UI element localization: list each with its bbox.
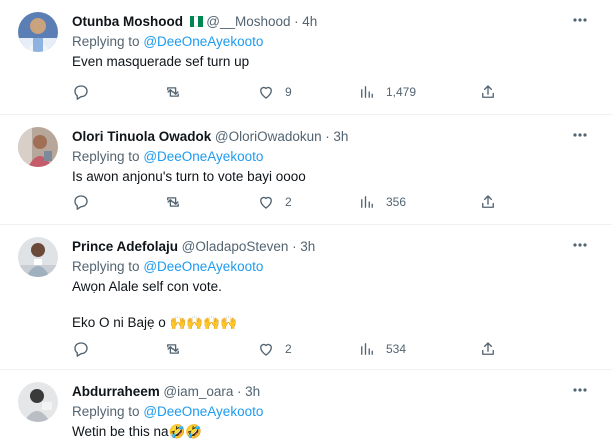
separator: · — [325, 129, 330, 144]
views-count: 534 — [386, 342, 407, 356]
action-bar: 2 356 — [72, 192, 512, 212]
separator: · — [292, 239, 297, 254]
tweet-text: Wetin be this na🤣🤣 — [72, 424, 203, 439]
replying-prefix: Replying to — [72, 259, 140, 274]
separator: · — [294, 14, 299, 29]
more-icon[interactable] — [570, 237, 590, 253]
tweet-text-line-2: Eko O ni Bajẹ o 🙌🙌🙌🙌 — [72, 315, 237, 330]
like-button[interactable]: 2 — [257, 192, 292, 212]
retweet-button[interactable] — [164, 192, 192, 212]
timestamp[interactable]: 4h — [302, 14, 317, 29]
replying-to: Replying to @DeeOneAyekooto — [72, 402, 572, 422]
tweet-text: Awọn Alale self con vote. — [72, 279, 222, 294]
views-count: 356 — [386, 195, 407, 209]
reply-icon — [74, 342, 88, 357]
retweet-icon — [167, 344, 179, 354]
reply-button[interactable] — [72, 339, 100, 359]
like-button[interactable]: 2 — [257, 339, 292, 359]
tweet-header: Otunba Moshood @__Moshood · 4h — [72, 12, 572, 32]
share-button[interactable] — [479, 192, 507, 212]
mention-link[interactable]: @DeeOneAyekooto — [143, 34, 263, 49]
user-handle[interactable]: @iam_oara — [163, 384, 233, 399]
action-bar: 9 1,479 — [72, 82, 512, 102]
tweet-text: Even masquerade sef turn up — [72, 54, 250, 69]
views-icon — [361, 196, 373, 208]
share-icon — [482, 195, 494, 208]
tweet-text: Is awon anjonu's turn to vote bayi oooo — [72, 169, 306, 184]
reply-icon — [74, 85, 88, 100]
avatar[interactable] — [18, 127, 58, 167]
like-count: 9 — [285, 85, 292, 99]
views-icon — [361, 86, 373, 98]
retweet-button[interactable] — [164, 82, 192, 102]
display-name[interactable]: Olori Tinuola Owadok — [72, 129, 211, 144]
replying-to: Replying to @DeeOneAyekooto — [72, 147, 572, 167]
reply-button[interactable] — [72, 192, 100, 212]
retweet-button[interactable] — [164, 339, 192, 359]
user-handle[interactable]: @__Moshood — [206, 14, 290, 29]
reply-button[interactable] — [72, 82, 100, 102]
mention-link[interactable]: @DeeOneAyekooto — [143, 259, 263, 274]
more-icon[interactable] — [570, 12, 590, 28]
views-button[interactable]: 356 — [358, 192, 406, 212]
timestamp[interactable]: 3h — [245, 384, 260, 399]
avatar[interactable] — [18, 382, 58, 422]
views-count: 1,479 — [386, 85, 417, 99]
tweet-card[interactable]: Olori Tinuola Owadok @OloriOwadokun · 3h… — [0, 115, 612, 225]
tweet-card[interactable]: Otunba Moshood @__Moshood · 4h Replying … — [0, 0, 612, 115]
like-count: 2 — [285, 342, 292, 356]
replying-to: Replying to @DeeOneAyekooto — [72, 32, 572, 52]
timestamp[interactable]: 3h — [300, 239, 315, 254]
tweet-header: Abdurraheem @iam_oara · 3h — [72, 382, 572, 402]
views-icon — [361, 343, 373, 355]
reply-feed: Otunba Moshood @__Moshood · 4h Replying … — [0, 0, 612, 445]
like-button[interactable]: 9 — [257, 82, 292, 102]
replying-to: Replying to @DeeOneAyekooto — [72, 257, 572, 277]
retweet-icon — [167, 87, 179, 97]
tweet-header: Olori Tinuola Owadok @OloriOwadokun · 3h — [72, 127, 572, 147]
mention-link[interactable]: @DeeOneAyekooto — [143, 149, 263, 164]
tweet-card[interactable]: Prince Adefolaju @OladapoSteven · 3h Rep… — [0, 225, 612, 370]
display-name[interactable]: Otunba Moshood — [72, 14, 183, 29]
user-handle[interactable]: @OladapoSteven — [182, 239, 289, 254]
views-button[interactable]: 1,479 — [358, 82, 416, 102]
views-button[interactable]: 534 — [358, 339, 406, 359]
separator: · — [237, 384, 242, 399]
replying-prefix: Replying to — [72, 404, 140, 419]
display-name[interactable]: Abdurraheem — [72, 384, 160, 399]
avatar[interactable] — [18, 237, 58, 277]
heart-icon — [260, 196, 272, 209]
avatar[interactable] — [18, 12, 58, 52]
heart-icon — [260, 343, 272, 356]
heart-icon — [260, 86, 272, 99]
share-icon — [482, 342, 494, 355]
reply-icon — [74, 195, 88, 210]
more-icon[interactable] — [570, 127, 590, 143]
more-icon[interactable] — [570, 382, 590, 398]
share-button[interactable] — [479, 82, 507, 102]
tweet-card[interactable]: Abdurraheem @iam_oara · 3h Replying to @… — [0, 370, 612, 445]
mention-link[interactable]: @DeeOneAyekooto — [143, 404, 263, 419]
share-icon — [482, 85, 494, 98]
like-count: 2 — [285, 195, 292, 209]
nigeria-flag-icon — [189, 16, 203, 27]
user-handle[interactable]: @OloriOwadokun — [215, 129, 322, 144]
replying-prefix: Replying to — [72, 149, 140, 164]
retweet-icon — [167, 197, 179, 207]
action-bar: 2 534 — [72, 339, 512, 359]
replying-prefix: Replying to — [72, 34, 140, 49]
share-button[interactable] — [479, 339, 507, 359]
tweet-header: Prince Adefolaju @OladapoSteven · 3h — [72, 237, 572, 257]
display-name[interactable]: Prince Adefolaju — [72, 239, 178, 254]
timestamp[interactable]: 3h — [333, 129, 348, 144]
